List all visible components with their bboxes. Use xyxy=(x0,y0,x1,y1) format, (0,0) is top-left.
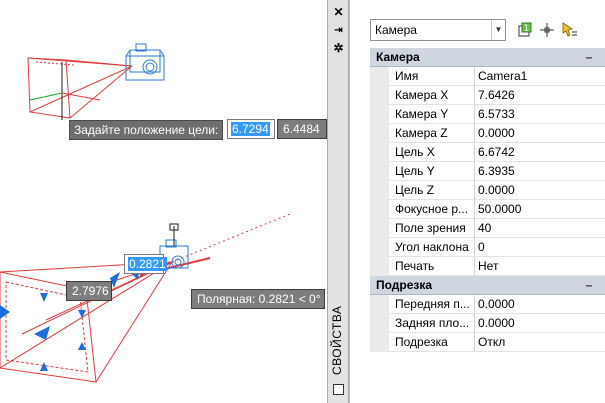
ucs-axis-icon xyxy=(29,62,101,120)
properties-palette: ✕ ⇥ ✲ СВОЙСТВА Камера ▼ 1 Камера – Имя C… xyxy=(327,0,605,403)
dynamic-input-value: 0.2821 xyxy=(128,257,167,271)
prompt-label: Задайте положение цели: xyxy=(74,123,219,137)
property-name: Угол наклона xyxy=(395,240,469,254)
property-value[interactable]: 0.0000 xyxy=(478,314,602,333)
camera-glyph-top xyxy=(125,43,165,81)
close-icon[interactable]: ✕ xyxy=(332,6,345,19)
chevron-down-icon[interactable]: ▼ xyxy=(491,20,505,40)
toggle-pickadd-icon[interactable]: 1 xyxy=(516,21,534,39)
target-x-value: 6.7294 xyxy=(231,122,270,136)
property-name: Поле зрения xyxy=(395,221,466,235)
property-row-target-z[interactable]: Цель Z 0.0000 xyxy=(370,181,605,200)
collapse-icon[interactable]: – xyxy=(584,276,594,295)
property-value[interactable]: 40 xyxy=(478,219,602,238)
property-name: Подрезка xyxy=(395,335,448,349)
drawing-canvas[interactable]: Задайте положение цели: 6.7294 6.4484 0.… xyxy=(0,0,327,403)
settings-icon[interactable]: ✲ xyxy=(332,42,345,55)
property-name: Камера Y xyxy=(395,107,449,121)
property-row-field-of-view[interactable]: Поле зрения 40 xyxy=(370,219,605,238)
property-name: Имя xyxy=(395,69,419,83)
property-value[interactable]: 0.0000 xyxy=(478,181,602,200)
camera-frustum-top xyxy=(27,57,133,119)
property-row-camera-y[interactable]: Камера Y 6.5733 xyxy=(370,105,605,124)
property-value[interactable]: 6.5733 xyxy=(478,105,602,124)
collapse-icon[interactable]: – xyxy=(584,48,594,67)
polar-tooltip-text: Полярная: 0.2821 < 0° xyxy=(197,292,321,306)
target-position-prompt: Задайте положение цели: xyxy=(69,120,224,140)
palette-titlebar: ✕ ⇥ ✲ СВОЙСТВА xyxy=(327,0,349,403)
property-value[interactable]: 0.0000 xyxy=(478,295,602,314)
select-objects-icon[interactable] xyxy=(538,21,556,39)
group-title: Подрезка xyxy=(376,278,433,292)
distance-value: 2.7976 xyxy=(72,284,109,298)
property-grid: Камера – Имя Camera1 Камера X 7.6426 Камер… xyxy=(370,48,605,352)
property-name: Цель Z xyxy=(395,183,435,197)
object-type-select[interactable]: Камера ▼ xyxy=(370,19,506,41)
property-value[interactable]: 50.0000 xyxy=(478,200,602,219)
svg-text:1: 1 xyxy=(524,24,530,34)
autohide-icon[interactable]: ⇥ xyxy=(332,24,345,37)
property-row-focal-length[interactable]: Фокусное р... 50.0000 xyxy=(370,200,605,219)
property-name: Печать xyxy=(395,259,435,273)
property-name: Передняя п... xyxy=(395,297,470,311)
property-row-camera-z[interactable]: Камера Z 0.0000 xyxy=(370,124,605,143)
property-value[interactable]: Camera1 xyxy=(478,67,602,86)
property-value[interactable]: 0.0000 xyxy=(478,124,602,143)
group-title: Камера xyxy=(376,50,420,64)
distance-dimension-box[interactable]: 2.7976 xyxy=(66,281,112,301)
group-header-clipping[interactable]: Подрезка – xyxy=(370,276,605,295)
property-name: Камера Z xyxy=(395,126,448,140)
property-row-back-plane[interactable]: Задняя пло... 0.0000 xyxy=(370,314,605,333)
property-row-plot[interactable]: Печать Нет xyxy=(370,257,605,276)
target-x-input[interactable]: 6.7294 xyxy=(227,119,275,139)
palette-content: Камера ▼ 1 Камера – Имя Camera1 Камера X 7… xyxy=(349,0,605,403)
property-name: Камера X xyxy=(395,88,449,102)
property-value[interactable]: 7.6426 xyxy=(478,86,602,105)
polar-tracking-tooltip: Полярная: 0.2821 < 0° xyxy=(191,289,325,309)
property-name: Задняя пло... xyxy=(395,316,470,330)
target-y-input[interactable]: 6.4484 xyxy=(277,119,327,139)
quick-select-icon[interactable] xyxy=(560,21,578,39)
group-header-camera[interactable]: Камера – xyxy=(370,48,605,67)
palette-properties-icon[interactable] xyxy=(333,384,344,395)
property-value[interactable]: 0 xyxy=(478,238,602,257)
object-type-value: Камера xyxy=(375,23,417,37)
property-row-clipping[interactable]: Подрезка Откл xyxy=(370,333,605,352)
property-row-roll-angle[interactable]: Угол наклона 0 xyxy=(370,238,605,257)
property-row-target-x[interactable]: Цель X 6.6742 xyxy=(370,143,605,162)
property-name: Фокусное р... xyxy=(395,202,469,216)
property-row-target-y[interactable]: Цель Y 6.3935 xyxy=(370,162,605,181)
property-value[interactable]: Откл xyxy=(478,333,602,352)
model-space-drawing xyxy=(0,43,291,383)
property-row-name[interactable]: Имя Camera1 xyxy=(370,67,605,86)
dynamic-input-field[interactable]: 0.2821 xyxy=(124,254,167,274)
property-value[interactable]: 6.3935 xyxy=(478,162,602,181)
property-name: Цель X xyxy=(395,145,435,159)
property-name: Цель Y xyxy=(395,164,435,178)
property-row-camera-x[interactable]: Камера X 7.6426 xyxy=(370,86,605,105)
property-value[interactable]: Нет xyxy=(478,257,602,276)
target-y-value: 6.4484 xyxy=(283,122,320,136)
property-value[interactable]: 6.6742 xyxy=(478,143,602,162)
palette-title: СВОЙСТВА xyxy=(330,305,344,375)
property-row-front-plane[interactable]: Передняя п... 0.0000 xyxy=(370,295,605,314)
